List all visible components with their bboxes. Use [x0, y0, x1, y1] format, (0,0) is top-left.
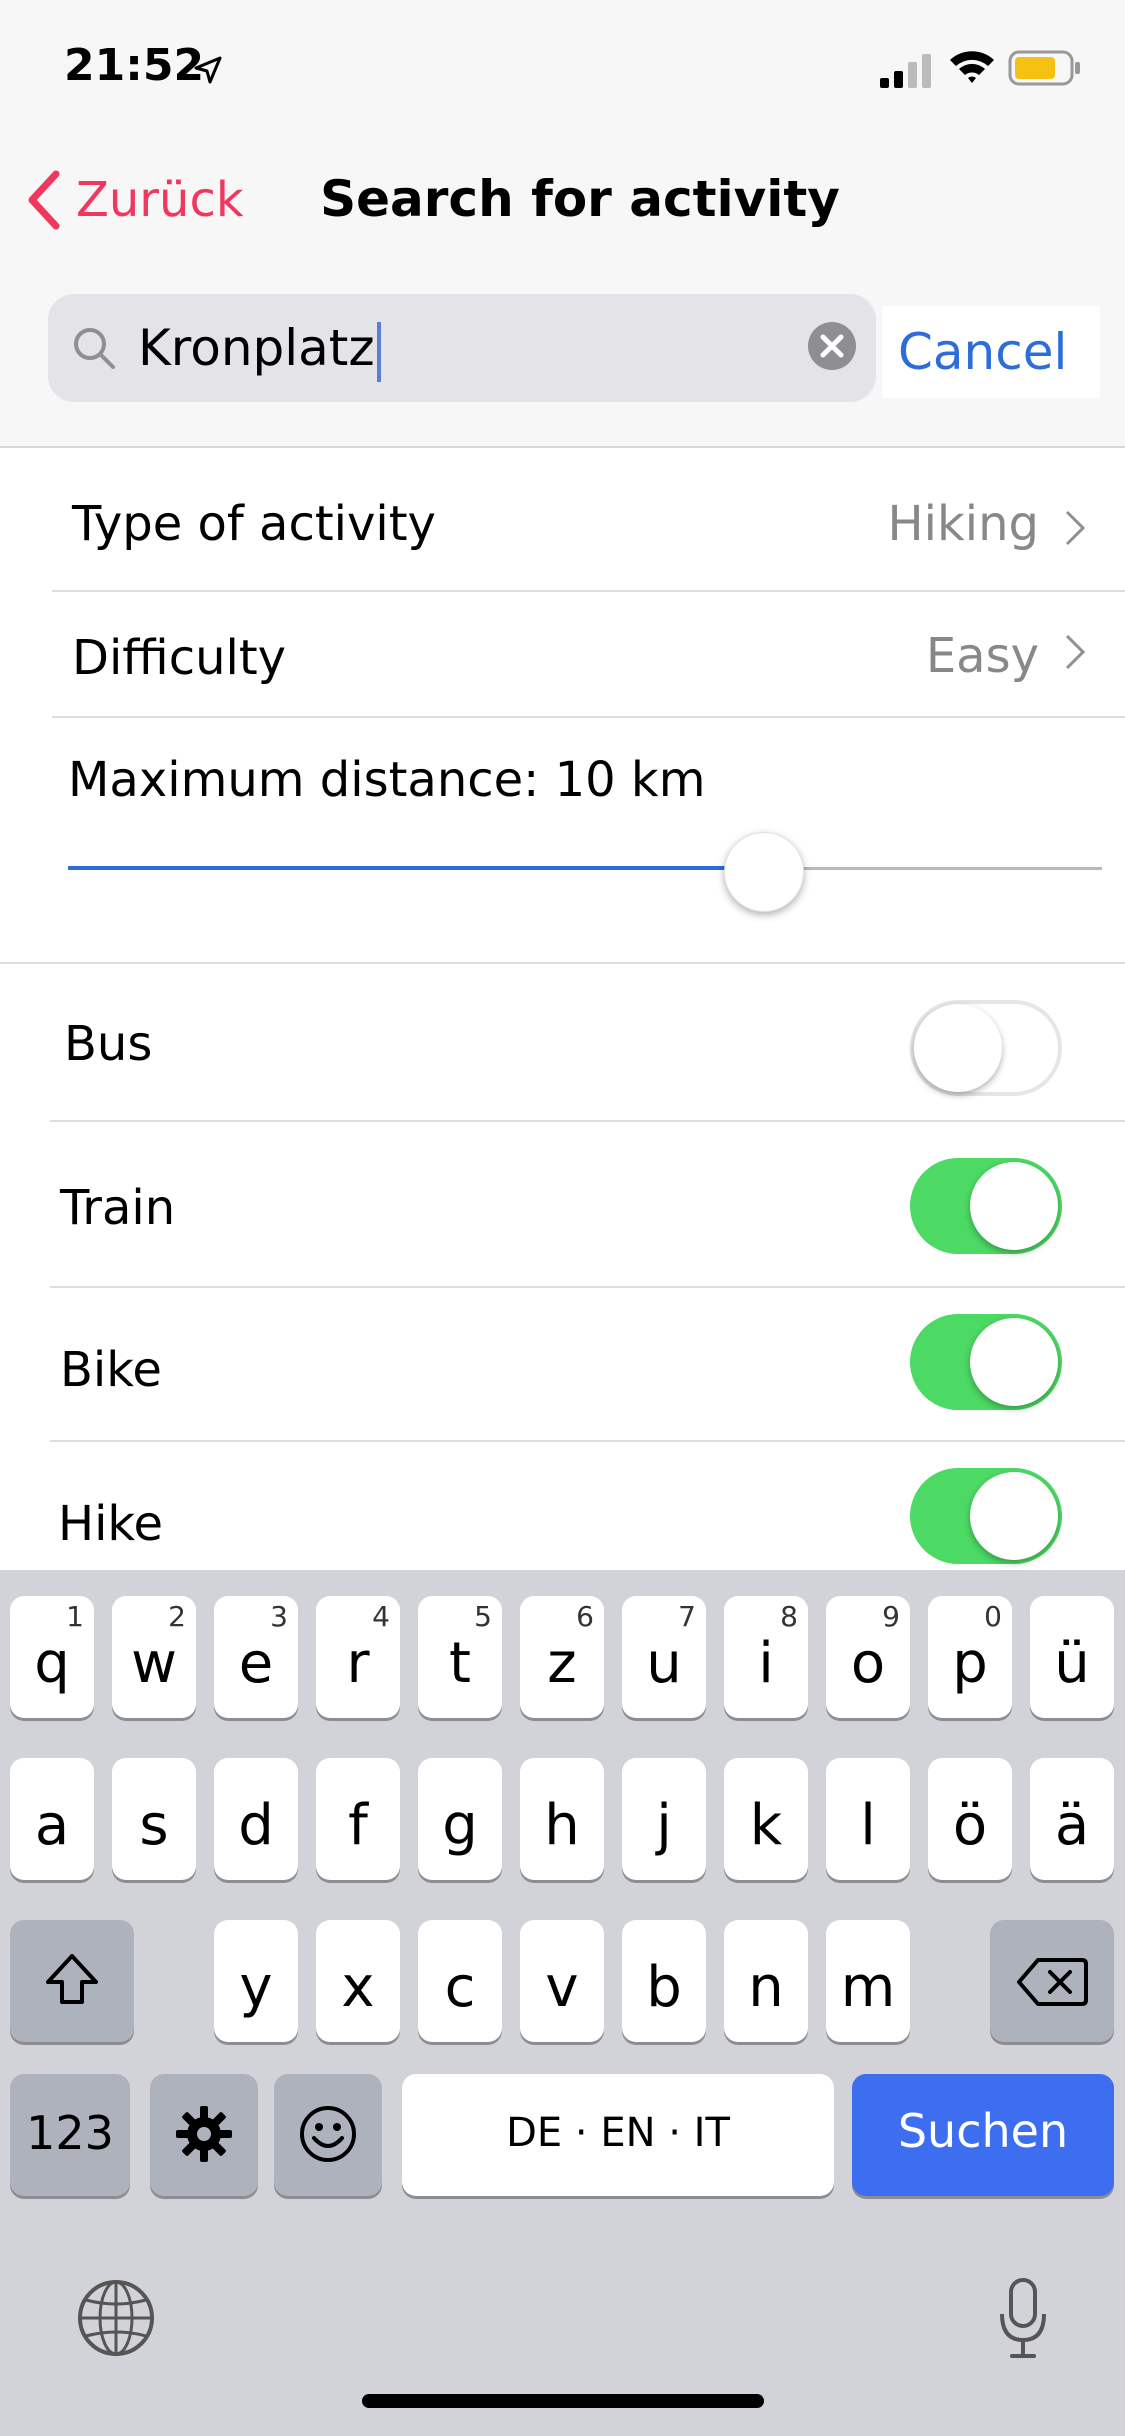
- shift-key[interactable]: [10, 1920, 134, 2042]
- text-caret: [376, 321, 381, 382]
- search-submit-key[interactable]: Suchen: [852, 2074, 1114, 2196]
- search-icon: [74, 328, 115, 369]
- key-u[interactable]: 7u: [622, 1596, 706, 1718]
- type-of-activity-row[interactable]: Type of activity Hiking: [0, 450, 1125, 592]
- key-n[interactable]: n: [724, 1920, 808, 2042]
- key-u-umlaut[interactable]: ü: [1030, 1596, 1114, 1718]
- slider-track-filled: [68, 866, 768, 870]
- max-distance-label: Maximum distance: 10 km: [68, 752, 706, 808]
- key-o[interactable]: 9o: [826, 1596, 910, 1718]
- microphone-icon[interactable]: [998, 2276, 1048, 2360]
- hike-label: Hike: [58, 1496, 164, 1552]
- divider: [50, 1286, 1125, 1288]
- numbers-key[interactable]: 123: [10, 2074, 130, 2196]
- key-s[interactable]: s: [112, 1758, 196, 1880]
- slider-track-empty: [768, 867, 1102, 870]
- key-y[interactable]: y: [214, 1920, 298, 2042]
- type-of-activity-label: Type of activity: [72, 496, 436, 552]
- chevron-right-icon: [1065, 510, 1086, 546]
- cancel-button[interactable]: Cancel: [882, 306, 1100, 398]
- train-label: Train: [60, 1180, 176, 1236]
- home-indicator[interactable]: [362, 2394, 764, 2408]
- distance-slider-thumb[interactable]: [724, 832, 804, 912]
- page-title: Search for activity: [320, 170, 840, 228]
- search-input[interactable]: Kronplatz: [138, 316, 381, 382]
- divider: [52, 716, 1125, 718]
- toggle-knob: [970, 1162, 1058, 1250]
- search-field[interactable]: Kronplatz: [48, 294, 876, 402]
- key-f[interactable]: f: [316, 1758, 400, 1880]
- key-g[interactable]: g: [418, 1758, 502, 1880]
- bike-label: Bike: [60, 1342, 162, 1398]
- divider: [50, 1440, 1125, 1442]
- key-b[interactable]: b: [622, 1920, 706, 2042]
- cellular-signal-icon: [880, 54, 931, 88]
- bus-label: Bus: [64, 1016, 153, 1072]
- divider: [0, 962, 1125, 964]
- bike-toggle[interactable]: [910, 1314, 1062, 1410]
- type-of-activity-value: Hiking: [887, 496, 1039, 552]
- key-d[interactable]: d: [214, 1758, 298, 1880]
- key-w[interactable]: 2w: [112, 1596, 196, 1718]
- wifi-icon: [950, 51, 994, 83]
- key-e[interactable]: 3e: [214, 1596, 298, 1718]
- toggle-knob: [914, 1004, 1002, 1092]
- key-q[interactable]: 1q: [10, 1596, 94, 1718]
- battery-icon: [1008, 50, 1080, 86]
- settings-key[interactable]: [150, 2074, 258, 2196]
- location-arrow-icon: [194, 56, 222, 84]
- chevron-right-icon: [1065, 634, 1086, 670]
- key-a[interactable]: a: [10, 1758, 94, 1880]
- key-c[interactable]: c: [418, 1920, 502, 2042]
- toggle-knob: [970, 1318, 1058, 1406]
- backspace-icon: [1017, 1958, 1088, 2006]
- space-key[interactable]: DE · EN · IT: [402, 2074, 834, 2196]
- key-l[interactable]: l: [826, 1758, 910, 1880]
- toggle-knob: [970, 1472, 1058, 1560]
- key-v[interactable]: v: [520, 1920, 604, 2042]
- key-x[interactable]: x: [316, 1920, 400, 2042]
- globe-icon[interactable]: [76, 2278, 156, 2358]
- hike-toggle[interactable]: [910, 1468, 1062, 1564]
- gear-icon: [176, 2106, 232, 2162]
- key-p[interactable]: 0p: [928, 1596, 1012, 1718]
- status-time: 21:52: [64, 40, 205, 91]
- emoji-key[interactable]: [274, 2074, 382, 2196]
- key-j[interactable]: j: [622, 1758, 706, 1880]
- key-z[interactable]: 6z: [520, 1596, 604, 1718]
- key-o-umlaut[interactable]: ö: [928, 1758, 1012, 1880]
- key-r[interactable]: 4r: [316, 1596, 400, 1718]
- divider: [50, 1120, 1125, 1122]
- keyboard: 1q 2w 3e 4r 5t 6z 7u 8i 9o 0p ü a s d f …: [0, 1570, 1125, 2436]
- difficulty-label: Difficulty: [72, 630, 287, 686]
- train-toggle[interactable]: [910, 1158, 1062, 1254]
- key-i[interactable]: 8i: [724, 1596, 808, 1718]
- clear-icon[interactable]: [806, 320, 858, 372]
- difficulty-row[interactable]: Difficulty Easy: [0, 592, 1125, 716]
- key-a-umlaut[interactable]: ä: [1030, 1758, 1114, 1880]
- shift-icon: [46, 1954, 98, 2004]
- bus-toggle[interactable]: [910, 1000, 1062, 1096]
- backspace-key[interactable]: [990, 1920, 1114, 2042]
- difficulty-value: Easy: [925, 628, 1039, 684]
- key-k[interactable]: k: [724, 1758, 808, 1880]
- search-value: Kronplatz: [138, 319, 375, 377]
- emoji-icon: [300, 2106, 356, 2162]
- key-t[interactable]: 5t: [418, 1596, 502, 1718]
- key-h[interactable]: h: [520, 1758, 604, 1880]
- key-m[interactable]: m: [826, 1920, 910, 2042]
